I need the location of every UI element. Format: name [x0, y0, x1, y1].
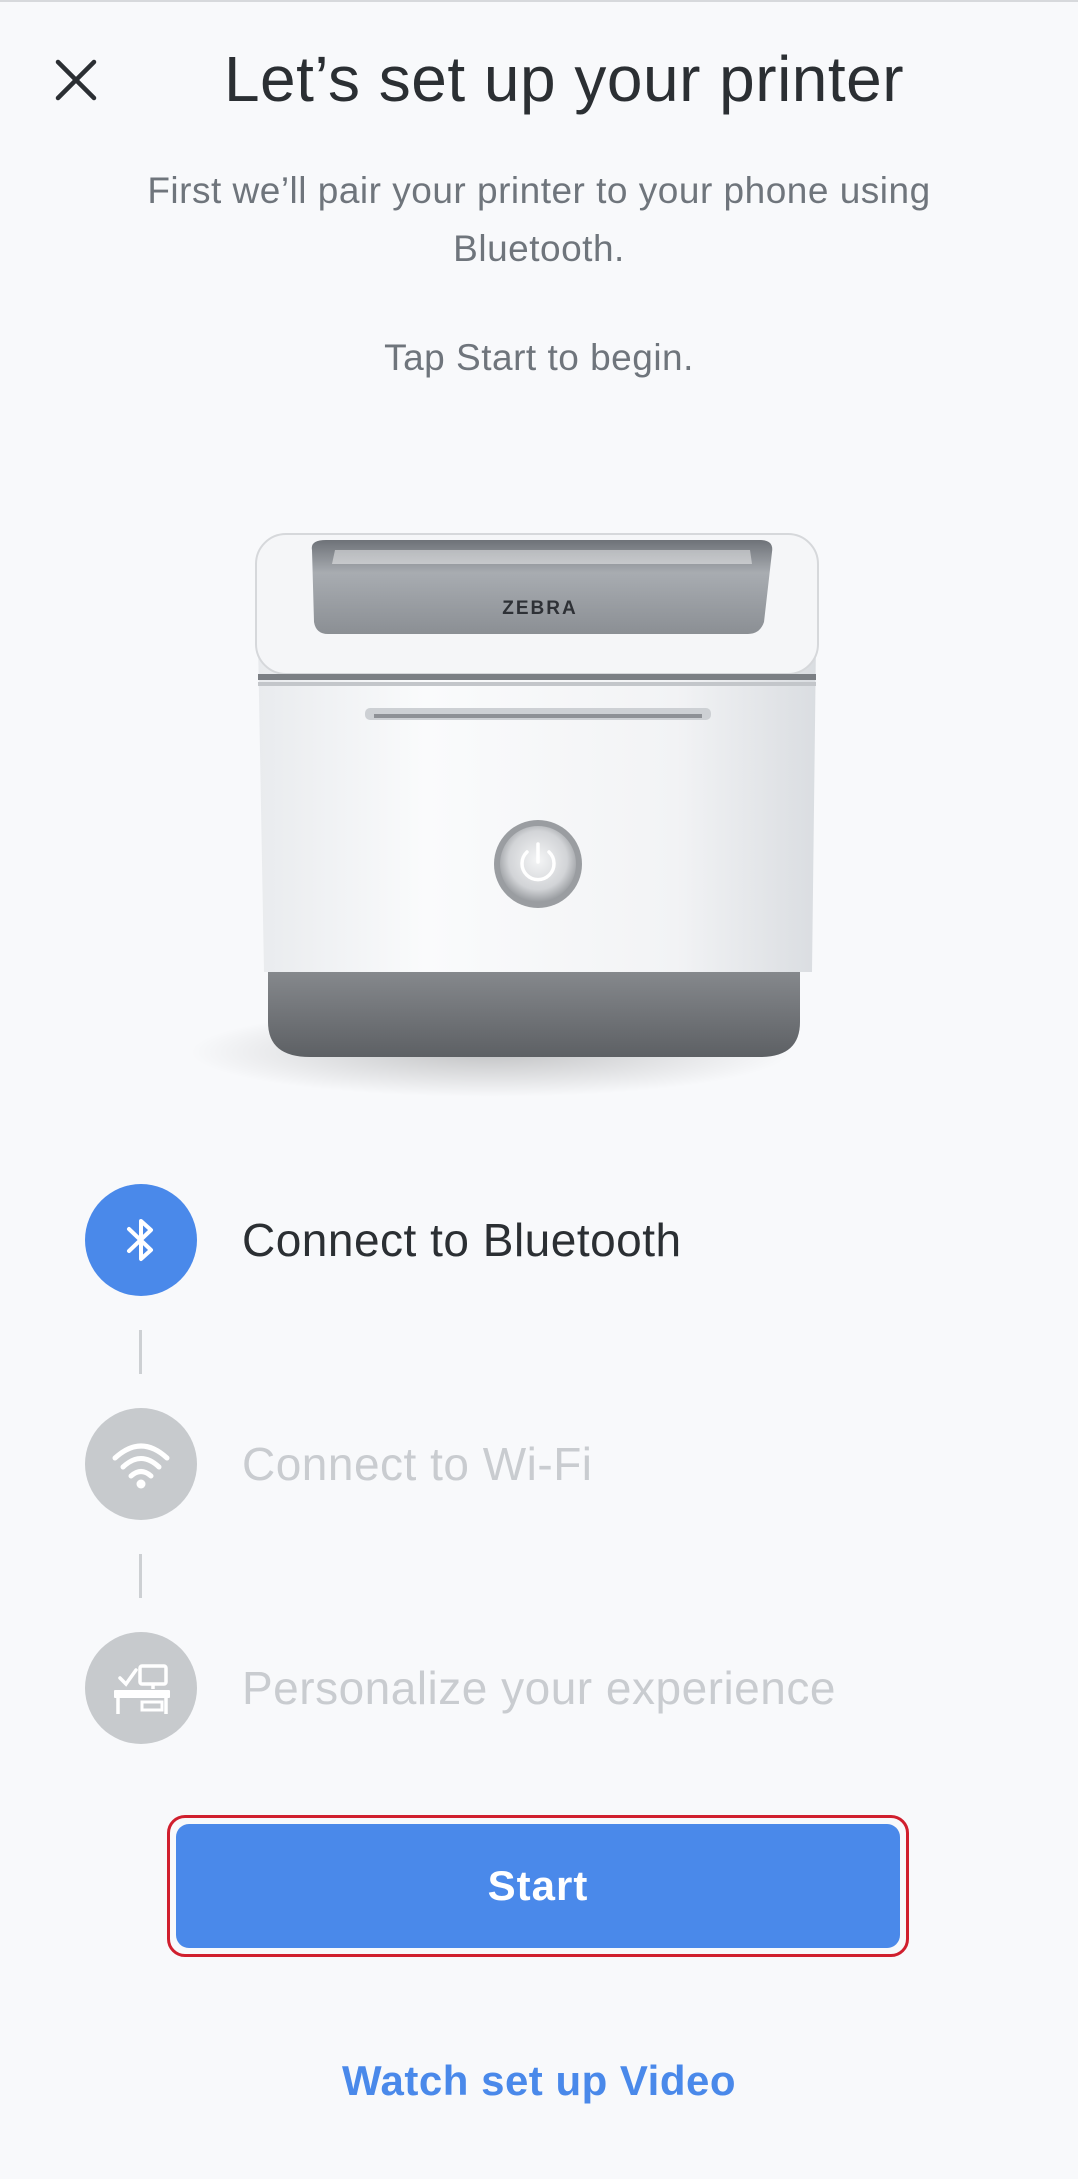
- bluetooth-icon: [127, 1219, 153, 1261]
- step-icon-wifi: [85, 1408, 197, 1520]
- step-label-personalize: Personalize your experience: [242, 1662, 836, 1714]
- step-wifi: Connect to Wi-Fi: [85, 1408, 985, 1520]
- step-bluetooth: Connect to Bluetooth: [85, 1184, 985, 1296]
- step-icon-personalize: [85, 1632, 197, 1744]
- page-title: Let’s set up your printer: [223, 43, 905, 115]
- start-button-highlight: Start: [167, 1815, 909, 1957]
- close-icon: [55, 59, 97, 101]
- instruction-text: Tap Start to begin.: [384, 337, 694, 378]
- step-connector: [139, 1330, 142, 1374]
- wifi-icon: [112, 1443, 170, 1489]
- step-label-bluetooth: Connect to Bluetooth: [242, 1214, 682, 1266]
- desk-icon: [114, 1664, 170, 1714]
- intro-text: First we’ll pair your printer to your ph…: [147, 170, 931, 269]
- step-label-wifi: Connect to Wi-Fi: [242, 1438, 593, 1490]
- step-connector: [139, 1554, 142, 1598]
- step-personalize: Personalize your experience: [85, 1632, 985, 1744]
- start-button[interactable]: Start: [176, 1824, 900, 1948]
- setup-screen: Let’s set up your printer First we’ll pa…: [0, 0, 1078, 2179]
- step-icon-bluetooth: [85, 1184, 197, 1296]
- printer-brand-label: ZEBRA: [502, 598, 577, 619]
- watch-video-link[interactable]: Watch set up Video: [0, 2057, 1078, 2105]
- printer-image: ZEBRA: [190, 533, 819, 1097]
- setup-steps: Connect to Bluetooth Connect to Wi-Fi Pe…: [85, 1184, 985, 1744]
- close-button[interactable]: [42, 46, 110, 114]
